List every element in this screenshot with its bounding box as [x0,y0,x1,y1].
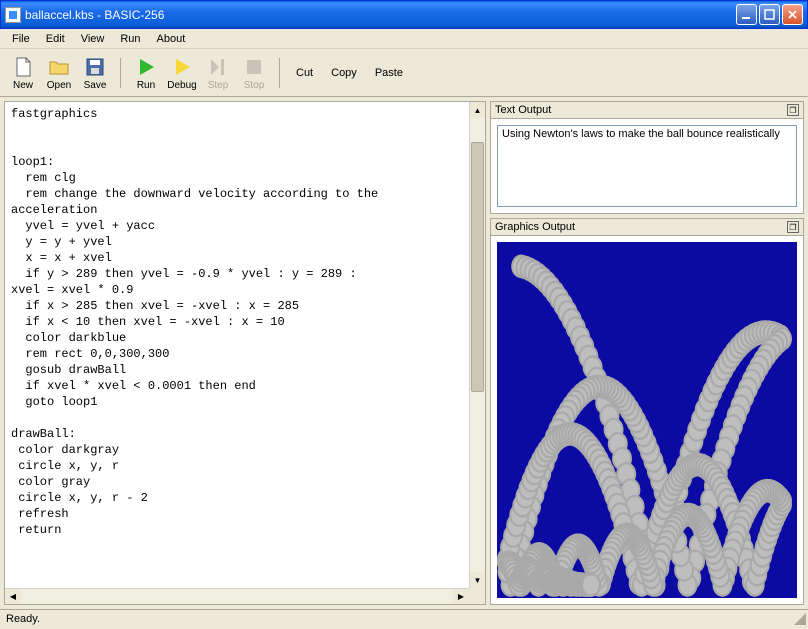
debug-button[interactable]: Debug [165,51,199,95]
text-output-titlebar: Text Output ❐ [490,101,804,118]
file-new-icon [12,56,34,78]
toolbar-separator [120,58,121,88]
stop-icon [243,56,265,78]
resize-grip-icon[interactable] [794,613,806,625]
window-title: ballaccel.kbs - BASIC-256 [25,8,736,22]
menu-about[interactable]: About [149,31,194,47]
text-output-title: Text Output [495,104,551,116]
horizontal-scrollbar[interactable]: ◀ ▶ [5,588,469,604]
app-icon [5,7,21,23]
debug-play-icon [171,56,193,78]
menu-file[interactable]: File [4,31,38,47]
scroll-left-arrow-icon[interactable]: ◀ [5,589,21,604]
floppy-save-icon [84,56,106,78]
new-button[interactable]: New [6,51,40,95]
scroll-thumb[interactable] [471,142,484,392]
window-buttons [736,4,803,25]
copy-button[interactable]: Copy [323,63,365,83]
code-editor-panel: fastgraphics loop1: rem clg rem change t… [4,101,486,605]
toolbar: New Open Save Run Debug Step Stop [0,49,808,97]
play-icon [135,56,157,78]
open-label: Open [47,80,71,91]
menu-run[interactable]: Run [112,31,148,47]
graphics-output-titlebar: Graphics Output ❐ [490,218,804,235]
vertical-scrollbar[interactable]: ▲ ▼ [469,102,485,588]
run-label: Run [137,80,155,91]
toolbar-separator [279,58,280,88]
maximize-button[interactable] [759,4,780,25]
cut-button[interactable]: Cut [288,63,321,83]
code-editor[interactable]: fastgraphics loop1: rem clg rem change t… [5,102,485,604]
status-text: Ready. [6,613,40,625]
dock-button-icon[interactable]: ❐ [787,221,799,233]
save-button[interactable]: Save [78,51,112,95]
graphics-canvas [497,242,797,598]
step-icon [207,56,229,78]
menubar: File Edit View Run About [0,29,808,49]
dock-button-icon[interactable]: ❐ [787,104,799,116]
debug-label: Debug [167,80,196,91]
scroll-down-arrow-icon[interactable]: ▼ [470,572,485,588]
main-area: fastgraphics loop1: rem clg rem change t… [0,97,808,609]
graphics-output-title: Graphics Output [495,221,575,233]
paste-button[interactable]: Paste [367,63,411,83]
menu-edit[interactable]: Edit [38,31,73,47]
titlebar: ballaccel.kbs - BASIC-256 [0,0,808,29]
menu-view[interactable]: View [73,31,113,47]
stop-label: Stop [244,80,265,91]
text-output-content[interactable]: Using Newton's laws to make the ball bou… [497,125,797,207]
stop-button[interactable]: Stop [237,51,271,95]
text-output-panel: Text Output ❐ Using Newton's laws to mak… [490,101,804,214]
graphics-output-panel: Graphics Output ❐ [490,218,804,605]
scroll-right-arrow-icon[interactable]: ▶ [453,589,469,604]
close-button[interactable] [782,4,803,25]
statusbar: Ready. [0,609,808,627]
folder-open-icon [48,56,70,78]
minimize-button[interactable] [736,4,757,25]
save-label: Save [84,80,107,91]
scroll-up-arrow-icon[interactable]: ▲ [470,102,485,118]
step-label: Step [208,80,229,91]
graphics-output-box [490,235,804,605]
run-button[interactable]: Run [129,51,163,95]
open-button[interactable]: Open [42,51,76,95]
step-button[interactable]: Step [201,51,235,95]
text-output-box: Using Newton's laws to make the ball bou… [490,118,804,214]
right-column: Text Output ❐ Using Newton's laws to mak… [490,101,804,605]
scroll-corner [469,588,485,604]
new-label: New [13,80,33,91]
